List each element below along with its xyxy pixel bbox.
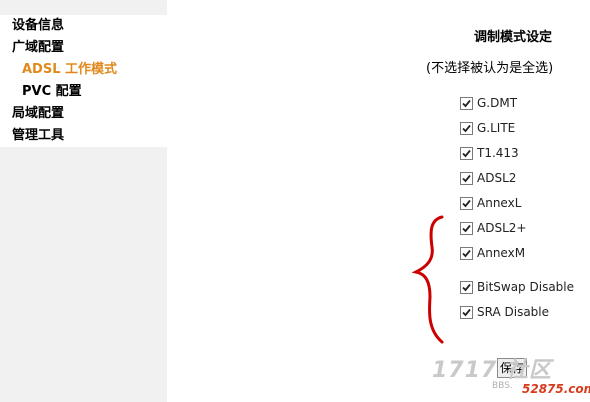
watermark-logo: 1717 社区 BBS. 52875.com (432, 352, 590, 402)
checkbox-annexl[interactable] (460, 196, 473, 210)
option-gdmt[interactable]: G.DMT (460, 94, 517, 112)
check-icon (462, 199, 471, 207)
sidebar-item-pvc-config[interactable]: PVC 配置 (0, 81, 167, 103)
sidebar-item-adsl-mode[interactable]: ADSL 工作模式 (0, 59, 167, 81)
option-sra-disable[interactable]: SRA Disable (460, 303, 549, 321)
option-adsl2[interactable]: ADSL2 (460, 169, 516, 187)
sidebar: 设备信息 广域配置 ADSL 工作模式 PVC 配置 局域配置 管理工具 (0, 0, 167, 402)
option-label: ADSL2 (477, 171, 517, 185)
check-icon (462, 308, 471, 316)
sidebar-item-lan-config[interactable]: 局域配置 (0, 103, 167, 125)
option-glite[interactable]: G.LITE (460, 119, 515, 137)
page-title: 调制模式设定 (474, 30, 553, 45)
option-label: T1.413 (477, 146, 519, 160)
watermark-text: 1717 社区 (432, 358, 552, 383)
checkbox-annexm[interactable] (460, 246, 473, 260)
option-label: AnnexM (477, 246, 526, 260)
option-label: G.DMT (477, 96, 518, 110)
watermark-bbs: BBS. (492, 381, 513, 391)
checkbox-glite[interactable] (460, 121, 473, 135)
checkbox-adsl2[interactable] (460, 171, 473, 185)
check-icon (462, 149, 471, 157)
check-icon (462, 174, 471, 182)
sidebar-item-management-tools[interactable]: 管理工具 (0, 125, 167, 147)
watermark-url: 52875.com (522, 382, 590, 396)
option-adsl2plus[interactable]: ADSL2+ (460, 219, 526, 237)
page-subtitle: (不选择被认为是全选) (426, 61, 554, 76)
option-label: BitSwap Disable (477, 280, 575, 294)
check-icon (462, 249, 471, 257)
sidebar-item-wan-config[interactable]: 广域配置 (0, 37, 167, 59)
option-bitswap-disable[interactable]: BitSwap Disable (460, 278, 574, 296)
checkbox-bitswap-disable[interactable] (460, 280, 473, 294)
option-annexm[interactable]: AnnexM (460, 244, 525, 262)
checkbox-sra-disable[interactable] (460, 305, 473, 319)
option-label: SRA Disable (477, 305, 550, 319)
sidebar-item-device-info[interactable]: 设备信息 (0, 15, 167, 37)
red-brace-annotation (412, 215, 444, 344)
option-label: ADSL2+ (477, 221, 527, 235)
check-icon (462, 283, 471, 291)
check-icon (462, 124, 471, 132)
check-icon (462, 99, 471, 107)
checkbox-t1413[interactable] (460, 146, 473, 160)
option-label: AnnexL (477, 196, 522, 210)
checkbox-gdmt[interactable] (460, 96, 473, 110)
option-label: G.LITE (477, 121, 516, 135)
check-icon (462, 224, 471, 232)
option-annexl[interactable]: AnnexL (460, 194, 521, 212)
checkbox-adsl2plus[interactable] (460, 221, 473, 235)
option-t1413[interactable]: T1.413 (460, 144, 519, 162)
